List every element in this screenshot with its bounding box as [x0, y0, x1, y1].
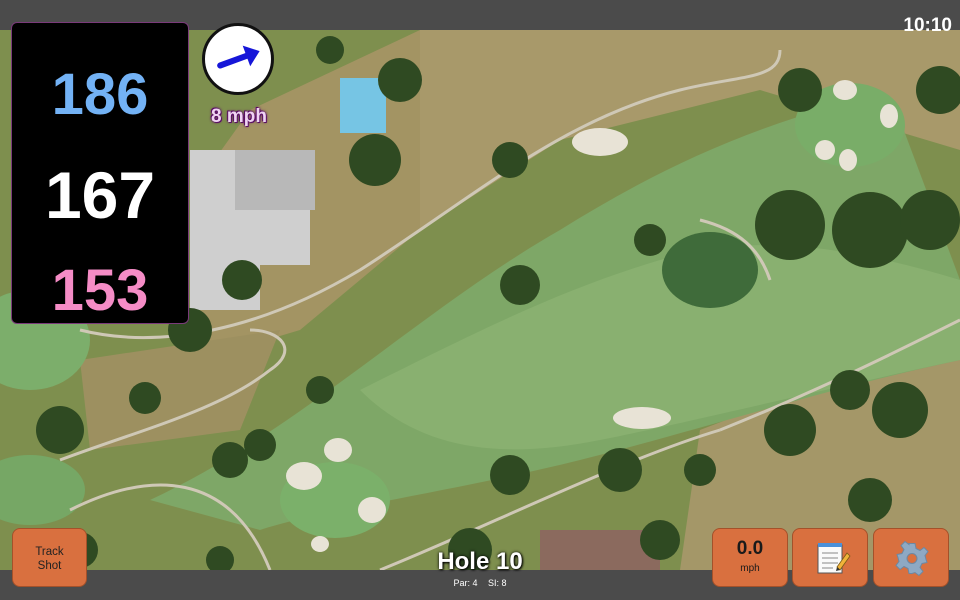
- notepad-icon: [817, 543, 851, 574]
- back-distance: 186: [51, 62, 149, 127]
- hole-title: Hole 10: [437, 548, 523, 575]
- track-shot-label-line2: Shot: [37, 560, 62, 572]
- wind-value: 0.0: [736, 538, 764, 559]
- wind-unit: mph: [740, 563, 760, 574]
- hole-info: Par: 4 SI: 8: [400, 578, 560, 588]
- settings-button[interactable]: [873, 528, 949, 587]
- notes-button[interactable]: [792, 528, 868, 587]
- track-shot-button[interactable]: Track Shot: [12, 528, 87, 587]
- distance-panel: 186 167 153: [11, 22, 189, 324]
- hole-par: Par: 4: [453, 578, 478, 588]
- track-shot-label-line1: Track: [35, 546, 64, 558]
- hole-stroke-index: SI: 8: [488, 578, 507, 588]
- gear-icon: [895, 540, 929, 577]
- center-distance: 167: [44, 158, 156, 232]
- clock: 10:10: [903, 15, 952, 36]
- wind-speed-button[interactable]: 0.0 mph: [712, 528, 788, 587]
- front-distance: 153: [51, 258, 149, 323]
- wind-speed-label: 8 mph: [211, 106, 267, 127]
- wind-direction-indicator: [202, 23, 274, 95]
- arrow-icon: [217, 45, 260, 69]
